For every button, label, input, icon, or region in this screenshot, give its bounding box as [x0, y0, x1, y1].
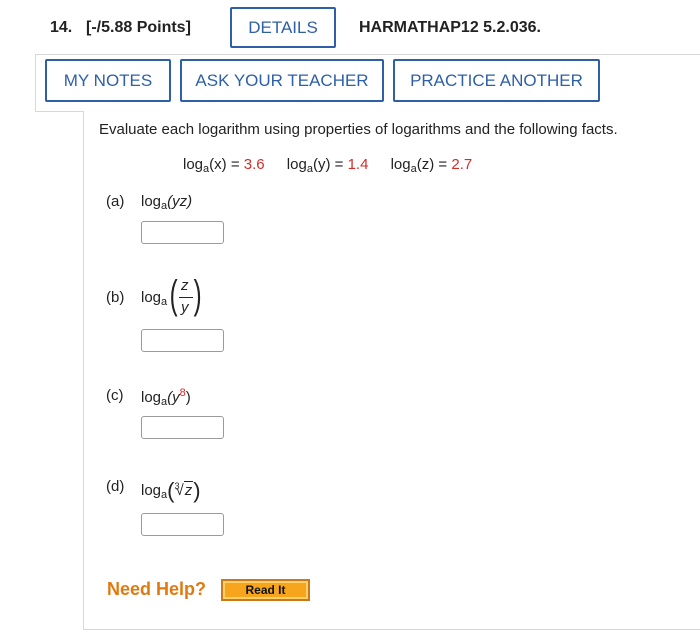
part-c-expression: loga(y8): [141, 387, 191, 408]
fact-x: loga(x) = 3.6: [183, 156, 265, 175]
part-a-answer-input[interactable]: [141, 221, 224, 244]
ask-teacher-button[interactable]: ASK YOUR TEACHER: [180, 59, 384, 102]
details-button[interactable]: DETAILS: [230, 7, 336, 48]
part-d-label: (d): [106, 478, 125, 495]
fraction-bar: [179, 297, 193, 298]
fact-z: loga(z) = 2.7: [390, 156, 473, 175]
problem-code: HARMATHAP12 5.2.036.: [359, 19, 541, 36]
question-prompt: Evaluate each logarithm using properties…: [99, 121, 618, 138]
points-label: [-/5.88 Points]: [86, 19, 191, 36]
question-body: [83, 111, 700, 630]
fact-y-value: 1.4: [347, 156, 369, 173]
radicand: z: [184, 482, 193, 499]
read-it-button[interactable]: Read It: [221, 579, 310, 601]
practice-another-button[interactable]: PRACTICE ANOTHER: [393, 59, 600, 102]
question-header: 14. [-/5.88 Points] DETAILS HARMATHAP12 …: [0, 0, 700, 55]
part-b-fraction: ( z y ): [169, 273, 205, 319]
part-c-answer-input[interactable]: [141, 416, 224, 439]
part-d-expression: loga(3√z): [141, 478, 201, 503]
need-help-label: Need Help?: [107, 579, 207, 599]
question-number: 14.: [50, 19, 73, 36]
given-facts: loga(x) = 3.6 loga(y) = 1.4 loga(z) = 2.…: [183, 156, 490, 175]
my-notes-button[interactable]: MY NOTES: [45, 59, 171, 102]
fact-x-value: 3.6: [243, 156, 265, 173]
left-paren: (: [169, 273, 178, 317]
part-b-label: (b): [106, 289, 125, 306]
fraction-denominator: y: [181, 299, 189, 316]
part-c-label: (c): [106, 387, 124, 404]
fact-y: loga(y) = 1.4: [286, 156, 369, 175]
right-paren: ): [193, 273, 202, 317]
part-a-expression: loga(yz): [141, 193, 193, 212]
fraction-numerator: z: [181, 277, 189, 294]
fact-z-value: 2.7: [451, 156, 473, 173]
radical-icon: √: [175, 482, 184, 499]
part-d-answer-input[interactable]: [141, 513, 224, 536]
part-b-expression: loga: [141, 289, 168, 308]
part-b-answer-input[interactable]: [141, 329, 224, 352]
part-a-label: (a): [106, 193, 125, 210]
